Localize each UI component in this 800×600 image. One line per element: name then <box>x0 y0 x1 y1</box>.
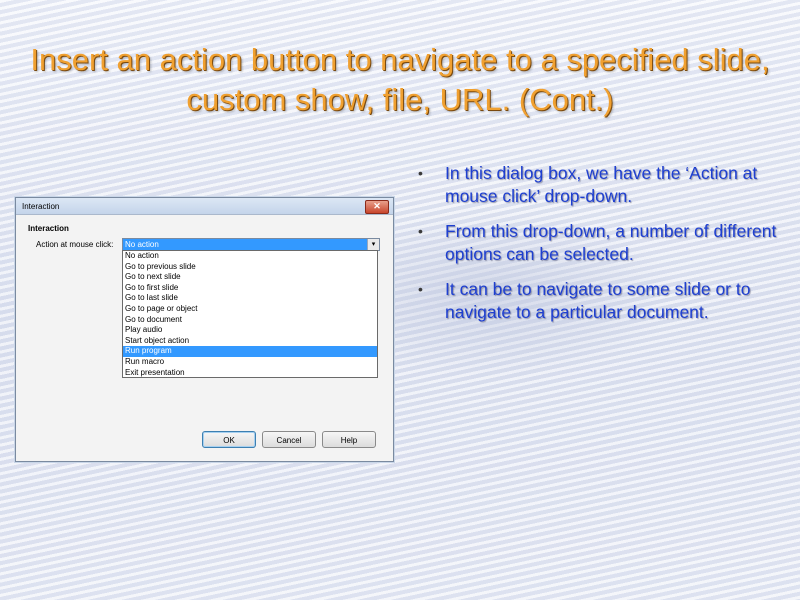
bullet-text: It can be to navigate to some slide or t… <box>445 279 751 322</box>
dialog-title: Interaction <box>22 202 60 211</box>
cancel-button[interactable]: Cancel <box>262 431 316 448</box>
bullet-item: • In this dialog box, we have the ‘Actio… <box>418 162 788 208</box>
dropdown-option[interactable]: Exit presentation <box>123 368 377 379</box>
bullet-icon: • <box>418 165 423 181</box>
ok-button[interactable]: OK <box>202 431 256 448</box>
dropdown-option[interactable]: Play audio <box>123 325 377 336</box>
dropdown-option[interactable]: Go to page or object <box>123 304 377 315</box>
action-dropdown-list: No action Go to previous slide Go to nex… <box>122 250 378 378</box>
action-dropdown-value: No action <box>123 239 367 250</box>
bullet-text: In this dialog box, we have the ‘Action … <box>445 163 758 206</box>
slide-title: Insert an action button to navigate to a… <box>30 42 770 117</box>
bullet-item: • It can be to navigate to some slide or… <box>418 278 788 324</box>
dropdown-option[interactable]: Go to previous slide <box>123 262 377 273</box>
dropdown-option[interactable]: Go to document <box>123 315 377 326</box>
close-icon[interactable]: ✕ <box>365 200 389 214</box>
action-label: Action at mouse click: <box>36 240 114 249</box>
dropdown-option[interactable]: No action <box>123 251 377 262</box>
bullet-text: From this drop-down, a number of differe… <box>445 221 777 264</box>
bullet-item: • From this drop-down, a number of diffe… <box>418 220 788 266</box>
dialog-titlebar: Interaction ✕ <box>16 198 393 215</box>
dropdown-option[interactable]: Go to next slide <box>123 272 377 283</box>
section-heading: Interaction <box>28 224 69 233</box>
bullet-icon: • <box>418 281 423 297</box>
help-button[interactable]: Help <box>322 431 376 448</box>
dropdown-option-highlighted[interactable]: Run program <box>123 346 377 357</box>
dropdown-option[interactable]: Go to first slide <box>123 283 377 294</box>
bullet-list: • In this dialog box, we have the ‘Actio… <box>418 162 788 336</box>
dropdown-option[interactable]: Go to last slide <box>123 293 377 304</box>
interaction-dialog: Interaction ✕ Interaction Action at mous… <box>15 197 394 462</box>
chevron-down-icon[interactable]: ▾ <box>367 239 379 250</box>
bullet-icon: • <box>418 223 423 239</box>
dropdown-option[interactable]: Start object action <box>123 336 377 347</box>
dropdown-option[interactable]: Run macro <box>123 357 377 368</box>
